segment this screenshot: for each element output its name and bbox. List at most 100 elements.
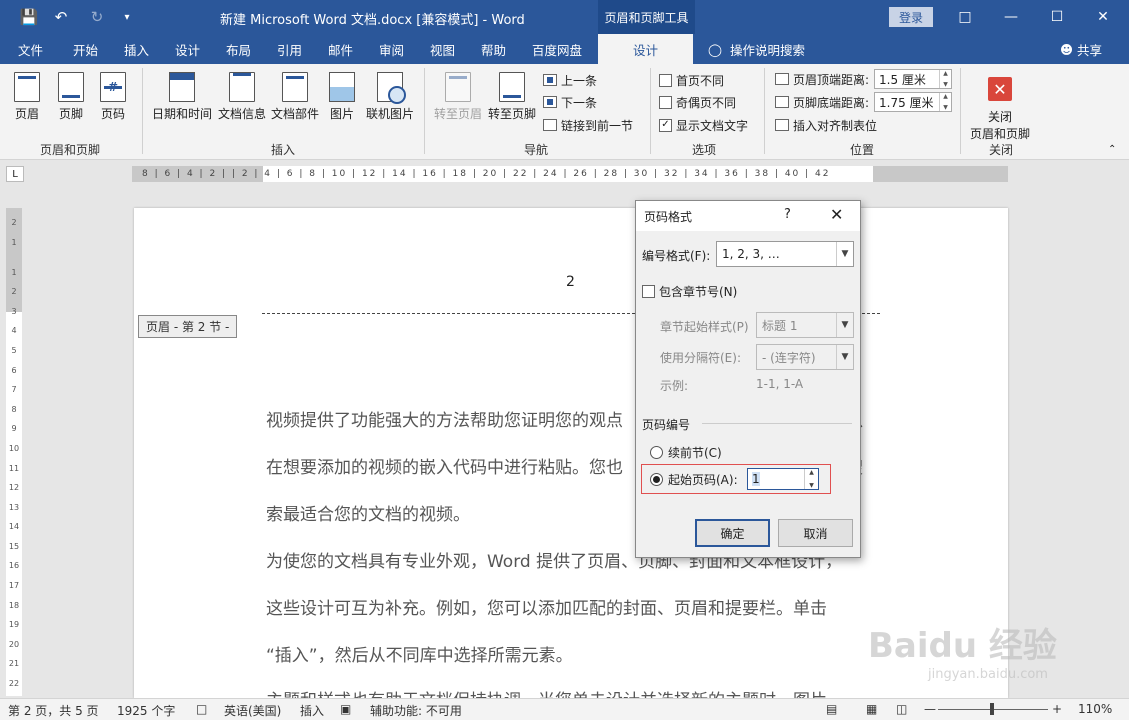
zoom-level[interactable]: 110% (1078, 702, 1112, 716)
footer-button[interactable]: 页脚 (58, 72, 84, 122)
chevron-down-icon: ▼ (836, 345, 853, 369)
close-icon[interactable]: ✕ (1080, 0, 1126, 34)
separator-select[interactable]: - (连字符) ▼ (756, 344, 854, 370)
body-line-6[interactable]: “插入”，然后从不同库中选择所需元素。 (266, 641, 876, 666)
number-format-select[interactable]: 1, 2, 3, … ▼ (716, 241, 854, 267)
zoom-slider-thumb[interactable] (990, 703, 994, 715)
share-label: 共享 (1077, 42, 1103, 58)
horizontal-ruler[interactable]: 8 | 6 | 4 | 2 | | 2 | 4 | 6 | 8 | 10 | 1… (132, 166, 1008, 182)
goto-footer-button[interactable]: 转至页脚 (488, 72, 536, 122)
tab-file[interactable]: 文件 (18, 34, 43, 64)
close-hf-button[interactable]: ✕ 关闭 页眉和页脚 (970, 72, 1030, 142)
doc-info-button[interactable]: 文档信息 (218, 72, 266, 122)
context-tools-label: 页眉和页脚工具 (598, 0, 695, 34)
spin-arrows-icon[interactable]: ▲ ▼ (804, 469, 818, 489)
focus-mode-icon[interactable]: ▤ (826, 702, 837, 716)
start-at-input[interactable]: 1 ▲ ▼ (747, 468, 819, 490)
window-title: 新建 Microsoft Word 文档.docx [兼容模式] - Word (220, 13, 525, 28)
close-label-1: 关闭 (988, 110, 1013, 124)
dialog-title: 页码格式 (636, 201, 860, 231)
cancel-button[interactable]: 取消 (778, 519, 853, 547)
include-chapter-label: 包含章节号(N) (659, 285, 738, 299)
group-separator (764, 68, 765, 154)
next-button[interactable]: 下一条 (543, 92, 597, 112)
tab-hf-design[interactable]: 设计 (598, 34, 693, 64)
tab-mailings[interactable]: 邮件 (328, 34, 353, 64)
tab-view[interactable]: 视图 (430, 34, 455, 64)
zoom-in-icon[interactable]: + (1052, 702, 1062, 716)
tab-layout[interactable]: 布局 (226, 34, 251, 64)
tab-references[interactable]: 引用 (277, 34, 302, 64)
tab-review[interactable]: 审阅 (379, 34, 404, 64)
customize-qat-icon[interactable]: ▾ (112, 0, 142, 34)
login-button[interactable]: 登录 (889, 7, 933, 27)
zoom-out-icon[interactable]: — (924, 702, 936, 716)
print-layout-icon[interactable]: ▦ (866, 702, 877, 716)
tab-insert[interactable]: 插入 (124, 34, 149, 64)
start-at-radio[interactable]: 起始页码(A): (650, 471, 738, 488)
picture-button[interactable]: 图片 (329, 72, 355, 122)
footer-bottom-input[interactable]: 1.75 厘米 ▲ ▼ (874, 92, 952, 112)
group-separator (424, 68, 425, 154)
chevron-down-icon: ▼ (836, 313, 853, 337)
tab-design[interactable]: 设计 (175, 34, 200, 64)
header-top-input[interactable]: 1.5 厘米 ▲ ▼ (874, 69, 952, 89)
continue-prev-radio[interactable]: 续前节(C) (650, 444, 722, 461)
insert-mode[interactable]: 插入 (300, 702, 324, 719)
macro-icon[interactable]: ▣ (340, 702, 351, 716)
proofing-icon[interactable]: □ (196, 702, 207, 716)
tab-home[interactable]: 开始 (73, 34, 98, 64)
spin-arrows-icon[interactable]: ▲ ▼ (939, 70, 951, 88)
page-number-format-dialog: 页码格式 ? ✕ 编号格式(F): 1, 2, 3, … ▼ 包含章节号(N) … (635, 200, 861, 558)
baidu-watermark: Baidu 经验 jingyan.baidu.com (868, 618, 1068, 682)
insert-align-tab-button[interactable]: 插入对齐制表位 (775, 115, 877, 135)
group-label-nav: 导航 (524, 143, 549, 157)
watermark-main: Baidu 经验 (868, 626, 1057, 666)
accessibility-status[interactable]: 辅助功能: 不可用 (370, 702, 462, 719)
include-chapter-checkbox[interactable]: 包含章节号(N) (642, 283, 737, 300)
goto-header-button[interactable]: 转至页眉 (434, 72, 482, 122)
dialog-close-icon[interactable]: ✕ (830, 205, 843, 224)
vertical-ruler[interactable]: 2 1 1 2 3 4 5 6 7 8 9 10 11 12 13 14 15 16 17 18 19 20 21 22 (6, 208, 22, 696)
example-value: 1-1, 1-A (756, 377, 804, 391)
tab-help[interactable]: 帮助 (481, 34, 506, 64)
word-count[interactable]: 1925 个字 (117, 702, 175, 719)
header-button[interactable]: 页眉 (14, 72, 40, 122)
collapse-ribbon-icon[interactable]: ⌃ (1108, 144, 1116, 155)
chapter-style-select[interactable]: 标题 1 ▼ (756, 312, 854, 338)
minimize-icon[interactable]: — (988, 0, 1034, 34)
header-icon (14, 72, 40, 102)
previous-button[interactable]: 上一条 (543, 70, 597, 90)
show-doc-text-checkbox[interactable]: ✓ 显示文档文字 (659, 115, 748, 135)
redo-icon[interactable]: ↻ (82, 0, 112, 34)
group-separator (960, 68, 961, 154)
page-number-button[interactable]: # 页码 (100, 72, 126, 122)
web-layout-icon[interactable]: ◫ (896, 702, 907, 716)
tab-baidu-netdisk[interactable]: 百度网盘 (532, 34, 582, 64)
header-page-number[interactable]: 2 (566, 274, 575, 290)
tell-me-search[interactable]: ◯ 操作说明搜索 (708, 34, 805, 64)
tab-selector[interactable]: L (6, 166, 24, 182)
ok-button[interactable]: 确定 (695, 519, 770, 547)
vruler-tick: 14 (8, 522, 20, 532)
language[interactable]: 英语(美国) (224, 702, 281, 719)
link-previous-label: 链接到前一节 (561, 118, 634, 133)
link-previous-button[interactable]: 链接到前一节 (543, 115, 633, 135)
maximize-icon[interactable]: ☐ (1034, 0, 1080, 34)
help-icon[interactable]: ? (784, 207, 791, 222)
body-line-5[interactable]: 这些设计可互为补充。例如，您可以添加匹配的封面、页眉和提要栏。单击 (266, 594, 876, 619)
vruler-tick: 1 (11, 267, 17, 277)
odd-even-diff-checkbox[interactable]: 奇偶页不同 (659, 92, 736, 112)
page-number-icon: # (100, 72, 126, 102)
doc-parts-button[interactable]: 文档部件 (271, 72, 319, 122)
first-page-diff-checkbox[interactable]: 首页不同 (659, 70, 724, 90)
page-count[interactable]: 第 2 页，共 5 页 (8, 702, 99, 719)
undo-icon[interactable]: ↶ (46, 0, 76, 34)
save-icon[interactable]: 💾 (14, 0, 44, 34)
spin-arrows-icon[interactable]: ▲ ▼ (939, 93, 951, 111)
share-button[interactable]: ☻ 共享 (1060, 34, 1102, 64)
ribbon-display-icon[interactable]: □ (942, 0, 988, 34)
date-time-button[interactable]: 日期和时间 (152, 72, 212, 122)
online-picture-button[interactable]: 联机图片 (366, 72, 414, 122)
body-line-7[interactable]: 主题和样式也有助于文档保持协调。当您单击设计并选择新的主题时，图片 (266, 686, 876, 698)
